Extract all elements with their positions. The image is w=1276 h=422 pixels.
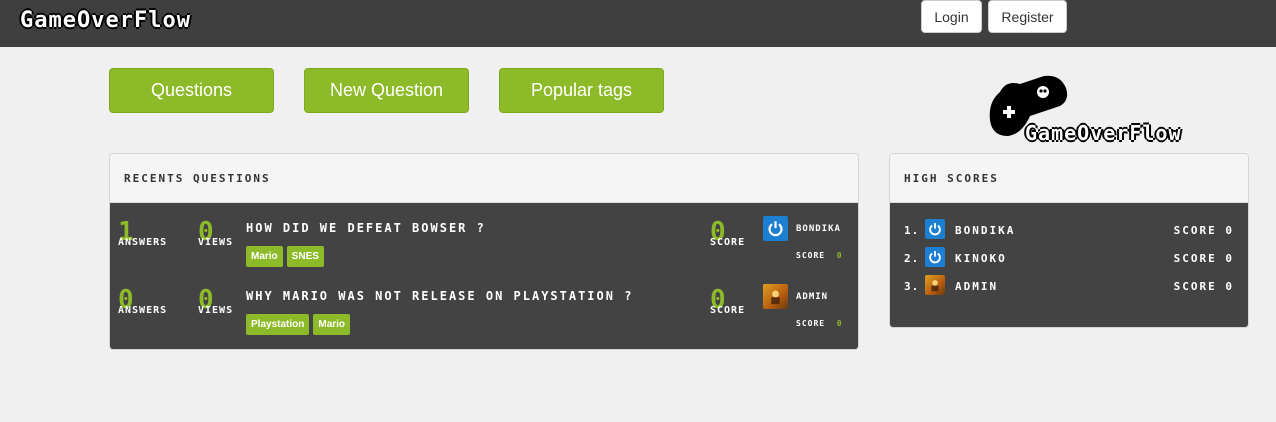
panel-title: High scores bbox=[904, 171, 999, 185]
admin-avatar-icon[interactable] bbox=[925, 275, 945, 295]
player-score: Score 0 bbox=[1173, 280, 1234, 293]
high-scores-panel: High scores 1. Bondika Score 0 2. Kinoko… bbox=[889, 153, 1249, 328]
question-row: 1 Answers 0 Views How did we defeat Bows… bbox=[110, 203, 858, 271]
question-title-link[interactable]: Why Mario was not release on Playstation… bbox=[246, 289, 633, 303]
top-navbar: GameOverFlow Login Register bbox=[0, 0, 1276, 47]
answers-label: Answers bbox=[118, 305, 168, 316]
player-name[interactable]: Kinoko bbox=[955, 252, 1007, 265]
questions-button[interactable]: Questions bbox=[109, 68, 274, 113]
score-label: Score bbox=[710, 305, 746, 316]
answers-label: Answers bbox=[118, 237, 168, 248]
recent-questions-panel: Recents questions 1 Answers 0 Views How … bbox=[109, 153, 859, 350]
scores-list: 1. Bondika Score 0 2. Kinoko Score 0 3. … bbox=[890, 203, 1248, 327]
admin-avatar-icon[interactable] bbox=[763, 284, 788, 309]
panel-header: High scores bbox=[890, 154, 1248, 203]
score-entry: 1. Bondika Score 0 bbox=[904, 219, 1234, 241]
views-label: Views bbox=[198, 237, 234, 248]
panel-header: Recents questions bbox=[110, 154, 858, 203]
player-score: Score 0 bbox=[1173, 224, 1234, 237]
power-icon[interactable] bbox=[763, 216, 788, 241]
score-entry: 2. Kinoko Score 0 bbox=[904, 247, 1234, 269]
tag-list: Playstation Mario bbox=[246, 314, 351, 335]
player-score: Score 0 bbox=[1173, 252, 1234, 265]
tag[interactable]: Mario bbox=[246, 246, 283, 267]
tag[interactable]: SNES bbox=[286, 246, 324, 267]
tag[interactable]: Mario bbox=[313, 314, 351, 335]
author-score-value: 0 bbox=[836, 251, 843, 260]
author-score-label: Score bbox=[796, 251, 826, 260]
register-button[interactable]: Register bbox=[988, 0, 1067, 33]
score-entry: 3. Admin Score 0 bbox=[904, 275, 1234, 297]
views-label: Views bbox=[198, 305, 234, 316]
rank: 1. bbox=[904, 224, 920, 237]
tag[interactable]: Playstation bbox=[246, 314, 310, 335]
power-icon[interactable] bbox=[925, 219, 945, 239]
score-label: Score bbox=[710, 237, 746, 248]
question-title-link[interactable]: How did we defeat Bowser ? bbox=[246, 221, 486, 235]
author-score: Score 0 bbox=[796, 319, 843, 328]
author-name[interactable]: Admin bbox=[796, 292, 828, 302]
panel-title: Recents questions bbox=[124, 171, 271, 185]
player-name[interactable]: Bondika bbox=[955, 224, 1015, 237]
rank: 3. bbox=[904, 280, 920, 293]
author-name[interactable]: Bondika bbox=[796, 224, 841, 234]
power-icon[interactable] bbox=[925, 247, 945, 267]
new-question-button[interactable]: New Question bbox=[304, 68, 469, 113]
author-score: Score 0 bbox=[796, 251, 843, 260]
player-name[interactable]: Admin bbox=[955, 280, 998, 293]
tag-list: Mario SNES bbox=[246, 246, 324, 267]
rank: 2. bbox=[904, 252, 920, 265]
brand-logo[interactable]: GameOverFlow bbox=[20, 8, 191, 33]
popular-tags-button[interactable]: Popular tags bbox=[499, 68, 664, 113]
author-score-value: 0 bbox=[836, 319, 843, 328]
questions-list: 1 Answers 0 Views How did we defeat Bows… bbox=[110, 203, 858, 349]
question-row: 0 Answers 0 Views Why Mario was not rele… bbox=[110, 271, 858, 339]
login-button[interactable]: Login bbox=[921, 0, 982, 33]
logo-text: GameOverFlow bbox=[1025, 121, 1182, 145]
author-score-label: Score bbox=[796, 319, 826, 328]
